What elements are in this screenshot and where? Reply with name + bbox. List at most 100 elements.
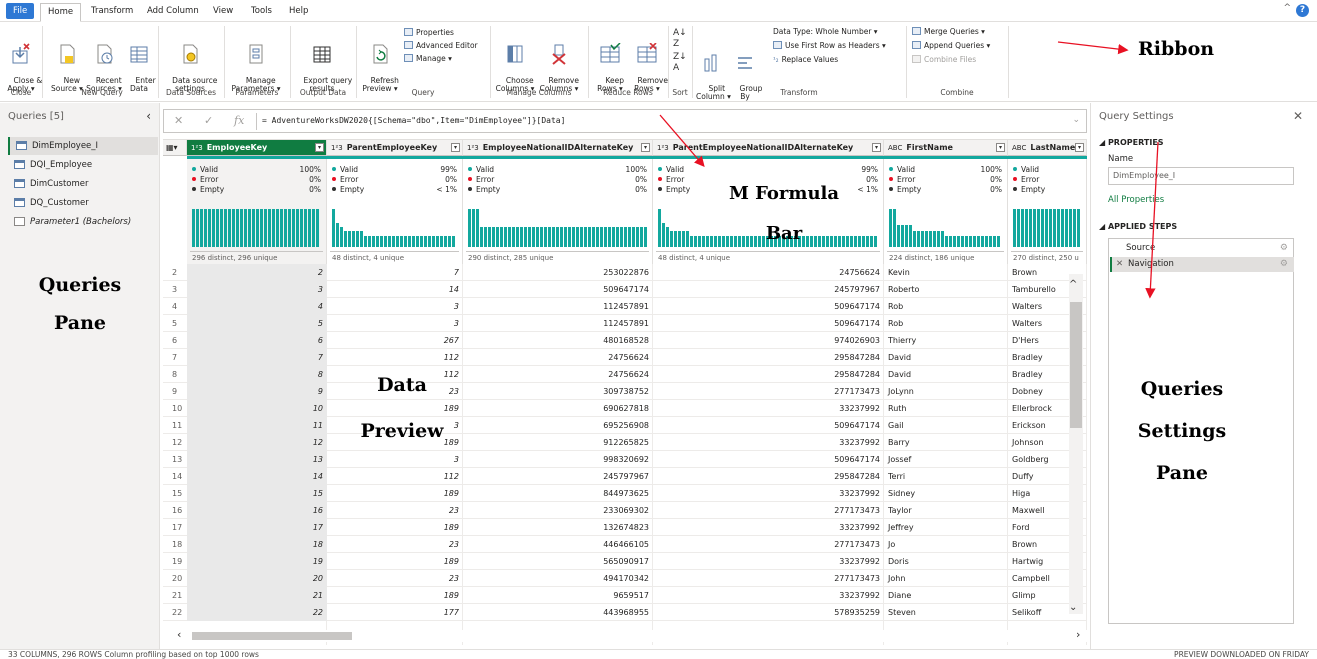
table-cell[interactable]: 132674823	[463, 519, 653, 536]
table-cell[interactable]: 33237992	[653, 400, 884, 417]
table-cell[interactable]: 295847284	[653, 366, 884, 383]
tab-view[interactable]: View	[206, 3, 240, 22]
table-cell[interactable]: Sidney	[884, 485, 1008, 502]
table-cell[interactable]: 13	[187, 451, 327, 468]
column-header[interactable]: ABC FirstName ▾	[884, 140, 1008, 156]
table-row[interactable]: 22 22 177 443968955 578935259 Steven Selikoff	[163, 604, 1087, 621]
help-icon[interactable]: ?	[1296, 4, 1309, 17]
tab-tools[interactable]: Tools	[244, 3, 279, 22]
table-cell[interactable]: 690627818	[463, 400, 653, 417]
table-row[interactable]: 6 6 267 480168528 974026903 Thierry D'Hers	[163, 332, 1087, 349]
table-cell[interactable]: 844973625	[463, 485, 653, 502]
formula-text[interactable]: = AdventureWorksDW2020{[Schema="dbo",Ite…	[262, 116, 565, 125]
column-type-icon[interactable]: 1²3	[467, 144, 479, 152]
table-cell[interactable]: 15	[187, 485, 327, 502]
table-cell[interactable]: 112	[327, 468, 463, 485]
table-row[interactable]: 7 7 112 24756624 295847284 David Bradley	[163, 349, 1087, 366]
table-cell[interactable]: 23	[327, 570, 463, 587]
tab-help[interactable]: Help	[282, 3, 315, 22]
scroll-left-icon[interactable]: ‹	[177, 628, 181, 641]
table-row[interactable]: 20 20 23 494170342 277173473 John Campbell	[163, 570, 1087, 587]
sort-descending-icon[interactable]: Z↓ A	[673, 52, 687, 74]
table-cell[interactable]: 33237992	[653, 485, 884, 502]
table-cell[interactable]: 509647174	[463, 281, 653, 298]
table-menu-icon[interactable]: ▦▾	[163, 140, 187, 156]
collapse-ribbon-icon[interactable]: ^	[1283, 3, 1291, 13]
properties-section[interactable]: ◢ PROPERTIES	[1099, 138, 1164, 147]
table-cell[interactable]: 33237992	[653, 553, 884, 570]
table-cell[interactable]: 509647174	[653, 315, 884, 332]
table-cell[interactable]: Ruth	[884, 400, 1008, 417]
column-filter-icon[interactable]: ▾	[451, 143, 460, 152]
query-item[interactable]: DQI_Employee	[8, 156, 158, 174]
column-type-icon[interactable]: ABC	[1012, 144, 1026, 152]
table-cell[interactable]: David	[884, 366, 1008, 383]
column-filter-icon[interactable]: ▾	[641, 143, 650, 152]
table-row[interactable]: 5 5 3 112457891 509647174 Rob Walters	[163, 315, 1087, 332]
table-cell[interactable]: 912265825	[463, 434, 653, 451]
table-cell[interactable]: John	[884, 570, 1008, 587]
merge-queries-button[interactable]: Merge Queries ▾	[912, 27, 985, 37]
gear-icon[interactable]: ⚙	[1280, 257, 1288, 272]
table-cell[interactable]: Jeffrey	[884, 519, 1008, 536]
table-cell[interactable]: 33237992	[653, 587, 884, 604]
tab-transform[interactable]: Transform	[84, 3, 140, 22]
query-item[interactable]: DimCustomer	[8, 175, 158, 193]
table-cell[interactable]: 9	[187, 383, 327, 400]
scroll-up-icon[interactable]: ^	[1069, 279, 1077, 290]
table-cell[interactable]: 33237992	[653, 434, 884, 451]
cancel-formula-icon[interactable]: ✕	[174, 114, 183, 127]
table-row[interactable]: 17 17 189 132674823 33237992 Jeffrey Ford	[163, 519, 1087, 536]
expand-formula-icon[interactable]: ⌄	[1072, 115, 1080, 125]
query-item[interactable]: DQ_Customer	[8, 194, 158, 212]
table-cell[interactable]: 494170342	[463, 570, 653, 587]
table-cell[interactable]: 177	[327, 604, 463, 621]
query-item[interactable]: Parameter1 (Bachelors)	[8, 213, 158, 231]
table-cell[interactable]: 295847284	[653, 468, 884, 485]
table-cell[interactable]: Gail	[884, 417, 1008, 434]
table-cell[interactable]: 295847284	[653, 349, 884, 366]
collapse-pane-icon[interactable]: ‹	[146, 109, 151, 123]
table-cell[interactable]: 3	[327, 315, 463, 332]
table-cell[interactable]: 3	[187, 281, 327, 298]
table-cell[interactable]: 7	[327, 264, 463, 281]
all-properties-link[interactable]: All Properties	[1108, 195, 1164, 205]
table-cell[interactable]: Jo	[884, 536, 1008, 553]
table-cell[interactable]: 7	[187, 349, 327, 366]
table-cell[interactable]: 16	[187, 502, 327, 519]
table-cell[interactable]: 9659517	[463, 587, 653, 604]
table-cell[interactable]: 22	[187, 604, 327, 621]
table-cell[interactable]: Terri	[884, 468, 1008, 485]
table-cell[interactable]: 695256908	[463, 417, 653, 434]
table-cell[interactable]: 21	[187, 587, 327, 604]
column-header[interactable]: 1²3 ParentEmployeeKey ▾	[327, 140, 463, 156]
table-cell[interactable]: 189	[327, 519, 463, 536]
table-cell[interactable]: Doris	[884, 553, 1008, 570]
table-cell[interactable]: 19	[187, 553, 327, 570]
combine-files-button[interactable]: Combine Files	[912, 55, 976, 65]
advanced-editor-button[interactable]: Advanced Editor	[404, 41, 478, 51]
manage-button[interactable]: Manage ▾	[404, 54, 452, 64]
table-cell[interactable]: 189	[327, 485, 463, 502]
table-row[interactable]: 14 14 112 245797967 295847284 Terri Duffy	[163, 468, 1087, 485]
table-cell[interactable]: 509647174	[653, 417, 884, 434]
table-row[interactable]: 11 11 3 695256908 509647174 Gail Erickson	[163, 417, 1087, 434]
table-cell[interactable]: Jossef	[884, 451, 1008, 468]
table-row[interactable]: 19 19 189 565090917 33237992 Doris Hartwig	[163, 553, 1087, 570]
table-cell[interactable]: 277173473	[653, 383, 884, 400]
table-cell[interactable]: Diane	[884, 587, 1008, 604]
table-cell[interactable]: 20	[187, 570, 327, 587]
table-cell[interactable]: 112457891	[463, 298, 653, 315]
table-cell[interactable]: 24756624	[463, 349, 653, 366]
table-row[interactable]: 8 8 112 24756624 295847284 David Bradley	[163, 366, 1087, 383]
table-cell[interactable]: Roberto	[884, 281, 1008, 298]
table-cell[interactable]: JoLynn	[884, 383, 1008, 400]
delete-step-icon[interactable]: ✕	[1116, 257, 1123, 272]
gear-icon[interactable]: ⚙	[1280, 241, 1288, 256]
table-cell[interactable]: 23	[327, 502, 463, 519]
tab-file[interactable]: File	[6, 3, 35, 19]
column-header[interactable]: 1²3 ParentEmployeeNationalIDAlternateKey ▾	[653, 140, 884, 156]
table-cell[interactable]: 253022876	[463, 264, 653, 281]
table-cell[interactable]: 189	[327, 553, 463, 570]
step-item[interactable]: Source ⚙	[1110, 241, 1294, 256]
